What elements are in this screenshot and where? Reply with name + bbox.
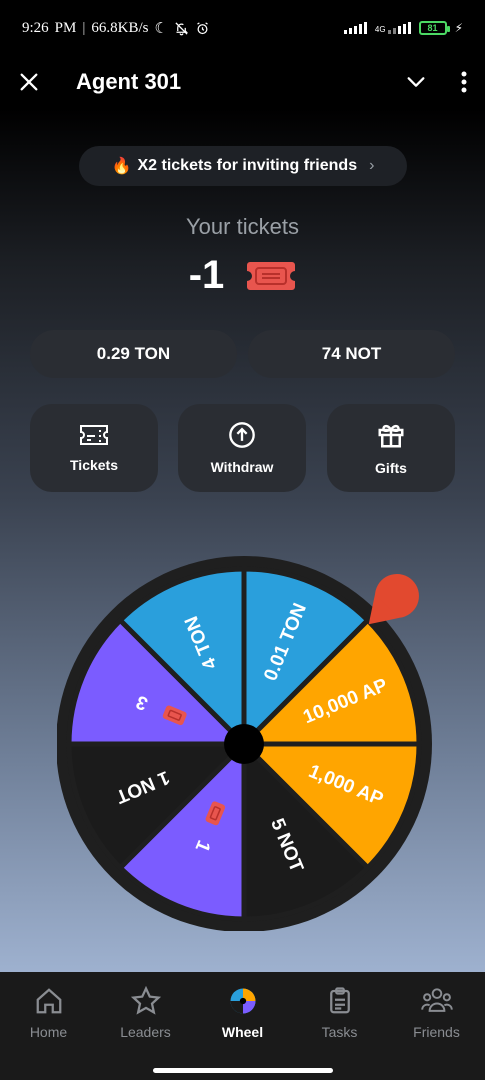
ton-balance-text: 0.29 TON <box>96 344 171 363</box>
more-vertical-icon[interactable] <box>461 71 467 93</box>
not-balance-text: 74 NOT <box>321 344 382 363</box>
promo-text: X2 tickets for inviting friends <box>137 157 358 174</box>
tickets-button-label: Tickets <box>70 457 118 473</box>
status-time: 9:26 <box>22 19 49 36</box>
clipboard-icon <box>329 987 350 1014</box>
close-icon[interactable] <box>18 71 40 93</box>
friends-icon <box>420 988 453 1012</box>
nav-tasks[interactable]: Tasks <box>291 986 388 1040</box>
prize-wheel[interactable]: 0.01 TON 10,000 AP 1,000 AP 5 NOT 1 1 NOT 3 4 T… <box>56 556 432 936</box>
gifts-button[interactable]: Gifts <box>327 404 455 492</box>
ticket-count: -1 <box>188 253 225 297</box>
invite-promo-button[interactable]: 🔥 X2 tickets for inviting friends › <box>79 146 407 186</box>
moon-icon: ☾ <box>154 20 168 37</box>
status-bar: 9:26 PM | 66.8KB/s ☾ 4G 81 ⚡ <box>0 0 485 56</box>
status-speed: 66.8KB/s <box>91 19 149 36</box>
nav-wheel-label: Wheel <box>221 1024 264 1040</box>
nav-wheel[interactable]: Wheel <box>194 986 291 1040</box>
nav-home-label: Home <box>29 1024 68 1040</box>
status-ampm: PM <box>54 19 77 36</box>
ticket-outline-icon <box>80 425 108 445</box>
gifts-button-label: Gifts <box>375 460 407 476</box>
nav-leaders[interactable]: Leaders <box>97 986 194 1040</box>
chevron-down-icon[interactable] <box>405 71 427 93</box>
nav-leaders-label: Leaders <box>120 1024 171 1040</box>
bottom-nav: Home Leaders Wheel Tasks Friends <box>0 972 485 1080</box>
signal-icon <box>343 22 367 34</box>
withdraw-button[interactable]: Withdraw <box>178 404 306 492</box>
chevron-right-icon: › <box>369 157 375 174</box>
signal-2-icon <box>387 22 411 34</box>
fire-icon: 🔥 <box>111 158 132 175</box>
wheel-hub <box>224 724 264 764</box>
bell-off-icon <box>175 21 188 35</box>
gift-icon <box>378 424 404 448</box>
battery-icon: 81 <box>418 21 450 35</box>
nav-home[interactable]: Home <box>0 986 97 1040</box>
alarm-icon <box>197 21 208 34</box>
ticket-count-row: -1 <box>0 253 485 298</box>
star-icon <box>130 986 161 1015</box>
page-title: Agent 301 <box>76 69 182 94</box>
battery-level: 81 <box>427 23 438 33</box>
wheel-icon <box>228 986 258 1016</box>
nav-tasks-label: Tasks <box>321 1024 358 1040</box>
network-type: 4G <box>374 25 386 34</box>
ton-balance[interactable]: 0.29 TON <box>30 330 237 378</box>
nav-friends-label: Friends <box>413 1024 460 1040</box>
home-icon <box>36 988 61 1014</box>
not-balance[interactable]: 74 NOT <box>248 330 455 378</box>
charging-icon: ⚡ <box>454 21 463 35</box>
withdraw-button-label: Withdraw <box>210 459 274 475</box>
title-bar: Agent 301 <box>0 56 485 108</box>
home-indicator <box>153 1068 333 1073</box>
main-content: 🔥 X2 tickets for inviting friends › Your… <box>0 108 485 972</box>
wheel-graphic: 0.01 TON10,000 AP1,000 AP5 NOT11 NOT34 T… <box>56 556 432 932</box>
ticket-icon <box>247 261 296 290</box>
tickets-button[interactable]: Tickets <box>30 404 158 492</box>
tickets-label: Your tickets <box>186 214 299 239</box>
nav-friends[interactable]: Friends <box>388 986 485 1040</box>
arrow-up-circle-icon <box>229 422 255 448</box>
